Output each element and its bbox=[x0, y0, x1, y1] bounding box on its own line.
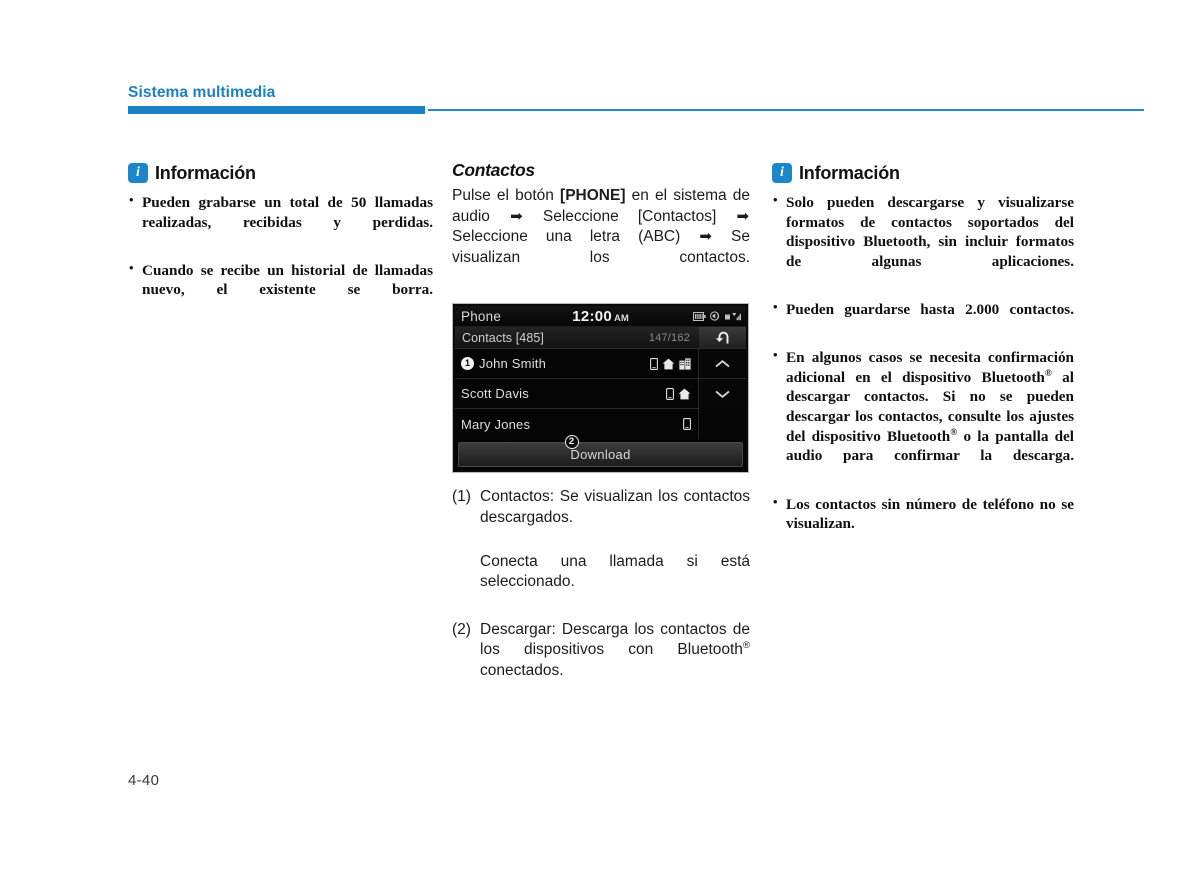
office-icon bbox=[679, 357, 691, 370]
arrow-icon: ➡ bbox=[699, 228, 712, 246]
page-number: 4-40 bbox=[128, 772, 160, 789]
download-button-label: Download bbox=[570, 447, 631, 463]
signal-icon bbox=[725, 312, 741, 320]
head-unit-nav-strip bbox=[698, 327, 746, 440]
info-box-header: i Información bbox=[128, 160, 433, 186]
info-list-left: Pueden grabarse un total de 50 llamadas … bbox=[128, 192, 433, 320]
list-item: (2) Descargar: Descarga los contactos de… bbox=[452, 620, 750, 702]
table-row[interactable]: 1 John Smith bbox=[455, 349, 698, 380]
note-sub-value: Conecta una llamada si está seleccionado… bbox=[480, 552, 750, 591]
head-unit-title-bar: Phone 12:00 AM bbox=[455, 306, 746, 328]
contacts-list-title: Contacts [485] bbox=[462, 330, 545, 345]
middle-column: Contactos Pulse el botón [PHONE] en el s… bbox=[452, 160, 750, 705]
phone-button-label: [PHONE] bbox=[560, 187, 626, 204]
contact-number-types bbox=[683, 418, 691, 430]
battery-icon bbox=[693, 311, 706, 321]
callout-marker-1: 1 bbox=[461, 357, 474, 371]
left-column: i Información Pueden grabarse un total d… bbox=[128, 160, 433, 320]
list-item: Solo pueden descargarse y visualizarse f… bbox=[772, 192, 1074, 291]
scroll-up-button[interactable] bbox=[699, 349, 746, 380]
home-icon bbox=[678, 388, 691, 399]
arrow-icon: ➡ bbox=[736, 207, 750, 225]
chevron-down-icon bbox=[715, 390, 730, 399]
registered-mark: ® bbox=[1044, 368, 1052, 379]
back-icon bbox=[715, 331, 729, 344]
intro-part-4: Seleccione una letra (ABC) bbox=[452, 228, 699, 246]
clock-time: 12:00 bbox=[572, 307, 613, 325]
list-item: En algunos casos se necesita confirmació… bbox=[772, 347, 1074, 485]
info-box-title: Información bbox=[155, 162, 256, 183]
table-row[interactable]: Mary Jones bbox=[455, 409, 698, 440]
info-icon: i bbox=[128, 163, 148, 183]
contact-name: Mary Jones bbox=[461, 416, 531, 432]
scroll-down-button[interactable] bbox=[699, 379, 746, 410]
numbered-notes: (1) Contactos: Se visualizan los contact… bbox=[452, 487, 750, 702]
note-key: (1) bbox=[452, 488, 471, 506]
contact-number-types bbox=[650, 357, 691, 370]
arrow-icon: ➡ bbox=[510, 207, 523, 225]
right-column: i Información Solo pueden descargarse y … bbox=[772, 160, 1074, 553]
back-button[interactable] bbox=[699, 327, 746, 350]
list-item-text: Cuando se recibe un historial de llamada… bbox=[142, 261, 433, 299]
list-item-text: Los contactos sin número de teléfono no … bbox=[786, 495, 1074, 533]
head-unit-app-name: Phone bbox=[461, 308, 502, 324]
note-value-post: conectados. bbox=[480, 661, 564, 679]
registered-mark: ® bbox=[742, 640, 750, 652]
callout-marker-2: 2 bbox=[564, 435, 579, 450]
info-box-right: i Información Solo pueden descargarse y … bbox=[772, 160, 1074, 553]
section-title: Contactos bbox=[452, 160, 535, 180]
list-item-text: Pueden grabarse un total de 50 llamadas … bbox=[142, 194, 433, 231]
list-item-text: Solo pueden descargarse y visualizarse f… bbox=[786, 194, 1074, 270]
head-unit-clock: 12:00 AM bbox=[572, 308, 629, 325]
mobile-icon bbox=[650, 357, 658, 370]
head-unit-screen: Phone 12:00 AM Contacts [485] 147/162 1 … bbox=[455, 306, 746, 471]
page-header: Sistema multimedia bbox=[128, 84, 1144, 118]
note-key: (2) bbox=[452, 620, 471, 638]
list-item-text: Pueden guardarse hasta 2.000 contactos. bbox=[786, 301, 1074, 319]
list-item-text-pre: En algunos casos se necesita confirmació… bbox=[786, 349, 1074, 386]
info-box-header: i Información bbox=[772, 160, 1074, 186]
head-unit-status-icons bbox=[693, 311, 741, 321]
list-item: Pueden grabarse un total de 50 llamadas … bbox=[128, 192, 433, 252]
note-value: Contactos: Se visualizan los contactos d… bbox=[480, 488, 750, 526]
head-unit-body: 1 John Smith Scott Davis Mary Jones bbox=[455, 327, 746, 440]
contacts-counter: 147/162 bbox=[648, 331, 690, 344]
contact-number-types bbox=[666, 387, 691, 400]
head-unit-screenshot: Phone 12:00 AM Contacts [485] 147/162 1 … bbox=[452, 303, 749, 474]
contact-name: John Smith bbox=[479, 356, 547, 372]
intro-part-1: Pulse el botón bbox=[452, 187, 561, 204]
note-value-pre: Descargar: Descarga los contactos de los… bbox=[480, 620, 750, 659]
mobile-icon bbox=[683, 418, 691, 430]
home-icon bbox=[662, 358, 675, 369]
intro-part-3: Seleccione [Contactos] bbox=[523, 207, 736, 225]
clock-ampm: AM bbox=[614, 312, 629, 324]
chapter-title: Sistema multimedia bbox=[128, 84, 276, 101]
header-rule-thin bbox=[428, 109, 1144, 111]
list-item: Cuando se recibe un historial de llamada… bbox=[128, 260, 433, 320]
header-rule-thick bbox=[128, 106, 425, 114]
list-item: Pueden guardarse hasta 2.000 contactos. bbox=[772, 299, 1074, 339]
mute-sound-icon bbox=[710, 311, 720, 321]
intro-paragraph: Pulse el botón [PHONE] en el sistema de … bbox=[452, 186, 750, 289]
note-value: Descargar: Descarga los contactos de los… bbox=[480, 620, 750, 702]
contacts-list: 1 John Smith Scott Davis Mary Jones bbox=[455, 349, 698, 440]
mobile-icon bbox=[666, 387, 674, 400]
info-box-title: Información bbox=[799, 162, 900, 183]
table-row[interactable]: Scott Davis bbox=[455, 379, 698, 410]
info-box-left: i Información Pueden grabarse un total d… bbox=[128, 160, 433, 320]
chevron-up-icon bbox=[715, 359, 730, 367]
list-item: Los contactos sin número de teléfono no … bbox=[772, 494, 1074, 554]
download-button[interactable]: 2 Download bbox=[458, 435, 743, 468]
info-list-right: Solo pueden descargarse y visualizarse f… bbox=[772, 192, 1074, 554]
contact-name: Scott Davis bbox=[461, 386, 529, 402]
list-item: (1) Contactos: Se visualizan los contact… bbox=[452, 487, 750, 549]
info-icon: i bbox=[772, 163, 792, 183]
